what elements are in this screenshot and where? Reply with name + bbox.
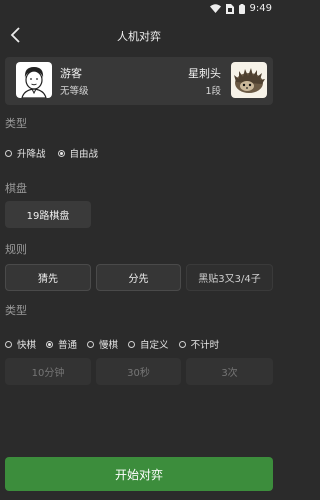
board-section-label: 棋盘 <box>5 182 27 195</box>
radio-dot-ranked <box>5 149 12 157</box>
radio-label-slow: 慢棋 <box>99 340 119 351</box>
time-section-label: 类型 <box>5 304 27 317</box>
byoyomi-field[interactable]: 30秒 <box>96 358 181 385</box>
radio-label-custom: 自定义 <box>140 340 169 351</box>
status-time: 9:49 <box>249 3 272 14</box>
split-first-button[interactable]: 分先 <box>96 264 181 291</box>
radio-custom[interactable]: 自定义 <box>128 337 169 351</box>
radio-label-untimed: 不计时 <box>190 340 220 351</box>
radio-label-free: 自由战 <box>69 149 99 160</box>
header: 人机对弈 <box>0 20 278 50</box>
periods-field[interactable]: 3次 <box>186 358 273 385</box>
radio-ranked[interactable]: 升降战 <box>5 146 46 160</box>
radio-free[interactable]: 自由战 <box>57 146 99 160</box>
radio-label-ranked: 升降战 <box>17 149 46 160</box>
radio-label-normal: 普通 <box>58 340 78 351</box>
player-rank-right: 1段 <box>205 86 221 97</box>
avatar-guest[interactable] <box>16 62 52 98</box>
page-title: 人机对弈 <box>117 30 161 43</box>
status-icons: 9:49 <box>209 3 272 14</box>
main-time-field[interactable]: 10分钟 <box>5 358 91 385</box>
radio-fast[interactable]: 快棋 <box>5 337 36 351</box>
player-name-right: 星刺头 <box>188 67 221 80</box>
status-bar: 9:49 <box>0 0 278 18</box>
time-control-radios: 快棋 普通 慢棋 自定义 不计时 <box>5 337 219 351</box>
radio-dot-free <box>57 149 65 157</box>
player-name-left: 游客 <box>60 67 82 80</box>
game-type-radios: 升降战 自由战 <box>5 146 110 160</box>
guess-first-button[interactable]: 猜先 <box>5 264 91 291</box>
radio-normal[interactable]: 普通 <box>46 337 77 351</box>
battery-icon <box>238 3 245 14</box>
radio-label-fast: 快棋 <box>17 340 37 351</box>
players-card: 游客 无等级 星刺头 1段 <box>5 57 273 105</box>
radio-untimed[interactable]: 不计时 <box>178 337 220 351</box>
radio-dot-fast <box>5 340 12 348</box>
start-game-button[interactable]: 开始对弈 <box>5 457 273 491</box>
hedgehog-avatar-icon <box>234 68 265 93</box>
board-size-button[interactable]: 19路棋盘 <box>5 201 91 228</box>
radio-dot-normal <box>46 340 54 348</box>
avatar-opponent[interactable] <box>231 62 267 98</box>
radio-slow[interactable]: 慢棋 <box>87 337 118 351</box>
player-rank-left: 无等级 <box>60 86 89 97</box>
komi-button[interactable]: 黑贴3又3/4子 <box>186 264 273 291</box>
type-section-label: 类型 <box>5 117 27 130</box>
radio-dot-custom <box>128 340 136 348</box>
radio-dot-untimed <box>178 340 186 348</box>
sim-icon <box>225 3 234 14</box>
wifi-icon <box>209 4 221 13</box>
guest-avatar-icon <box>21 67 47 98</box>
radio-dot-slow <box>87 340 95 348</box>
rules-section-label: 规则 <box>5 243 27 256</box>
